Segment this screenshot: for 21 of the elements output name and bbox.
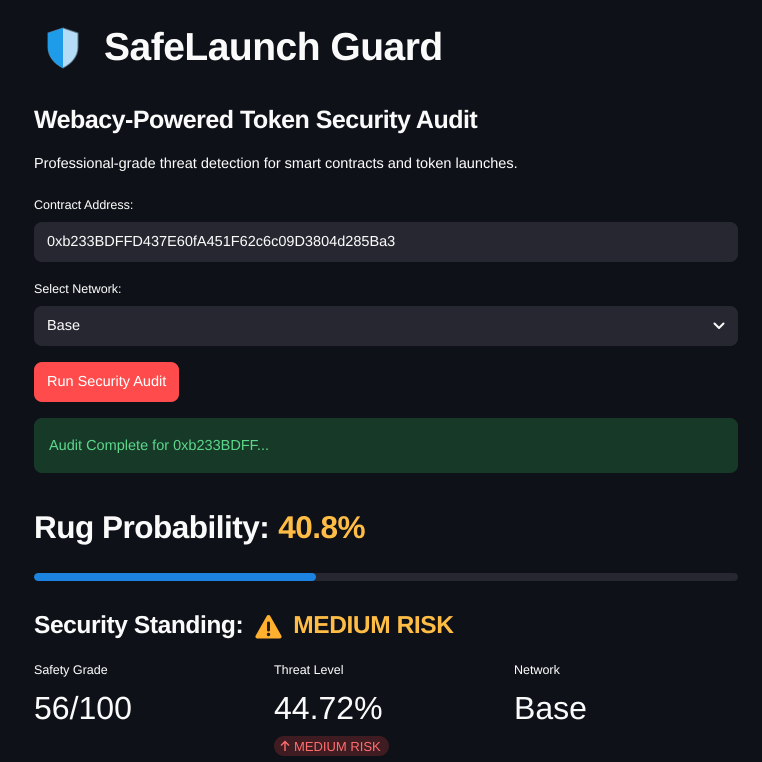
chevron-down-icon [713, 322, 725, 330]
metric-value: Base [514, 689, 587, 728]
metric-label: Safety Grade [34, 662, 108, 679]
heading-value: 40.8% [278, 508, 366, 547]
description: Professional-grade threat detection for smart contracts and token launches. [34, 155, 518, 174]
field-label: Contract Address: [34, 197, 134, 214]
heading-label: Rug Probability: [34, 508, 270, 547]
metric-label: Threat Level [274, 662, 344, 679]
network-select[interactable]: Base [34, 306, 738, 346]
app-title: SafeLaunch Guard [104, 25, 443, 71]
success-alert: Audit Complete for 0xb233BDFF... [34, 418, 738, 473]
address-input[interactable]: 0xb233BDFFD437E60fA451F62c6c09D3804d285Ba3 [34, 222, 738, 262]
standing-value: MEDIUM RISK [293, 611, 454, 641]
metric-value: 56/100 [34, 689, 132, 728]
metric-label: Network [514, 662, 560, 679]
field-label: Select Network: [34, 281, 122, 298]
standing-label: Security Standing: [34, 611, 244, 641]
delta-badge: MEDIUM RISK [274, 736, 389, 756]
subtitle: Webacy-Powered Token Security Audit [34, 105, 478, 136]
metric-value: 44.72% [274, 689, 383, 728]
shield-icon [46, 27, 80, 69]
